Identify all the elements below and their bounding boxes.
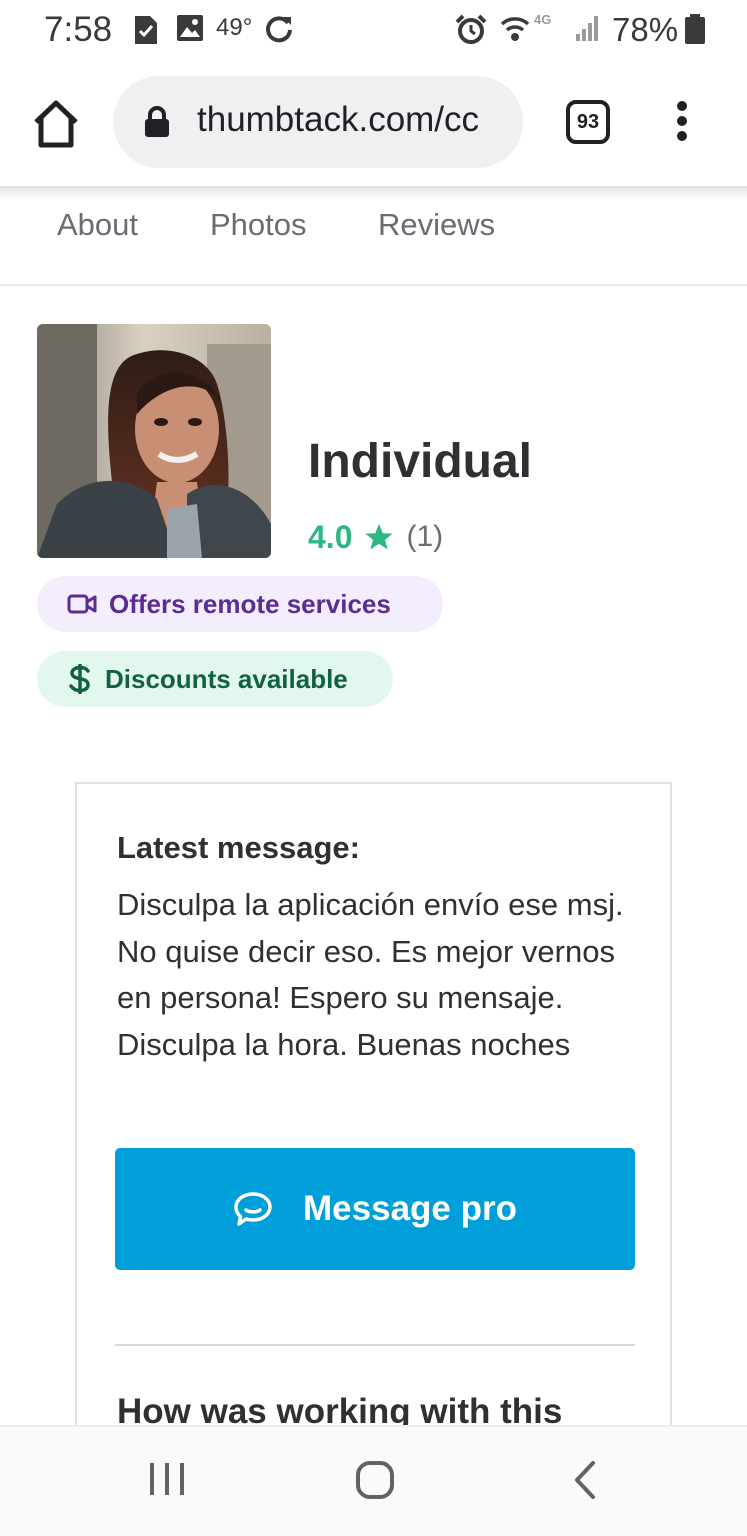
tab-reviews[interactable]: Reviews [378,207,495,243]
message-pro-label: Message pro [303,1189,517,1228]
status-battery: 78% [612,11,679,48]
battery-icon [685,14,705,44]
chat-bubble-icon [234,1192,272,1226]
remote-services-label: Offers remote services [109,588,391,619]
tab-about[interactable]: About [57,207,138,243]
avatar[interactable] [37,324,271,558]
rating-row[interactable]: 4.0 (1) [308,517,443,557]
status-temperature: 49° [216,14,253,41]
wifi-icon [500,17,530,41]
discounts-label: Discounts available [105,663,348,694]
status-time: 7:58 [44,10,113,49]
page: 7:58 49° 4G 78% thumbtack.com/cc 93 Abou… [0,0,747,1536]
home-icon[interactable] [30,98,82,150]
tab-switcher-button[interactable]: 93 [566,100,610,144]
remote-services-badge: Offers remote services [37,576,443,632]
section-tabs: About Photos Reviews [0,190,747,286]
url-text: thumbtack.com/cc [197,100,480,139]
system-nav-bar [0,1425,747,1536]
avatar-photo [37,324,271,558]
alarm-icon [455,14,487,44]
star-icon [365,523,394,550]
recent-apps-icon[interactable] [146,1459,188,1499]
dollar-icon [69,664,90,694]
tab-photos[interactable]: Photos [210,207,307,243]
rating-value: 4.0 [308,518,353,555]
browser-toolbar: thumbtack.com/cc 93 [0,60,747,188]
address-bar[interactable]: thumbtack.com/cc [113,76,523,168]
card-divider [115,1344,635,1346]
status-network: 4G [534,12,552,27]
signal-icon [576,16,598,41]
status-bar: 7:58 49° 4G 78% [0,0,747,60]
message-pro-button[interactable]: Message pro [115,1148,635,1270]
latest-message-label: Latest message: [117,830,360,865]
home-button-icon[interactable] [354,1459,396,1501]
sync-icon [266,16,292,43]
lock-icon [145,106,169,137]
message-card: Latest message: Disculpa la aplicación e… [75,782,672,1482]
review-count: (1) [406,520,444,553]
video-camera-icon [67,594,97,614]
pro-name: Individual [308,435,533,488]
discounts-badge: Discounts available [37,651,393,707]
gallery-icon [177,15,203,41]
browser-menu-button[interactable] [664,98,700,146]
latest-message-text: Disculpa la aplicación envío ese msj. No… [117,887,624,1062]
task-icon [135,16,157,44]
back-icon[interactable] [568,1459,602,1501]
